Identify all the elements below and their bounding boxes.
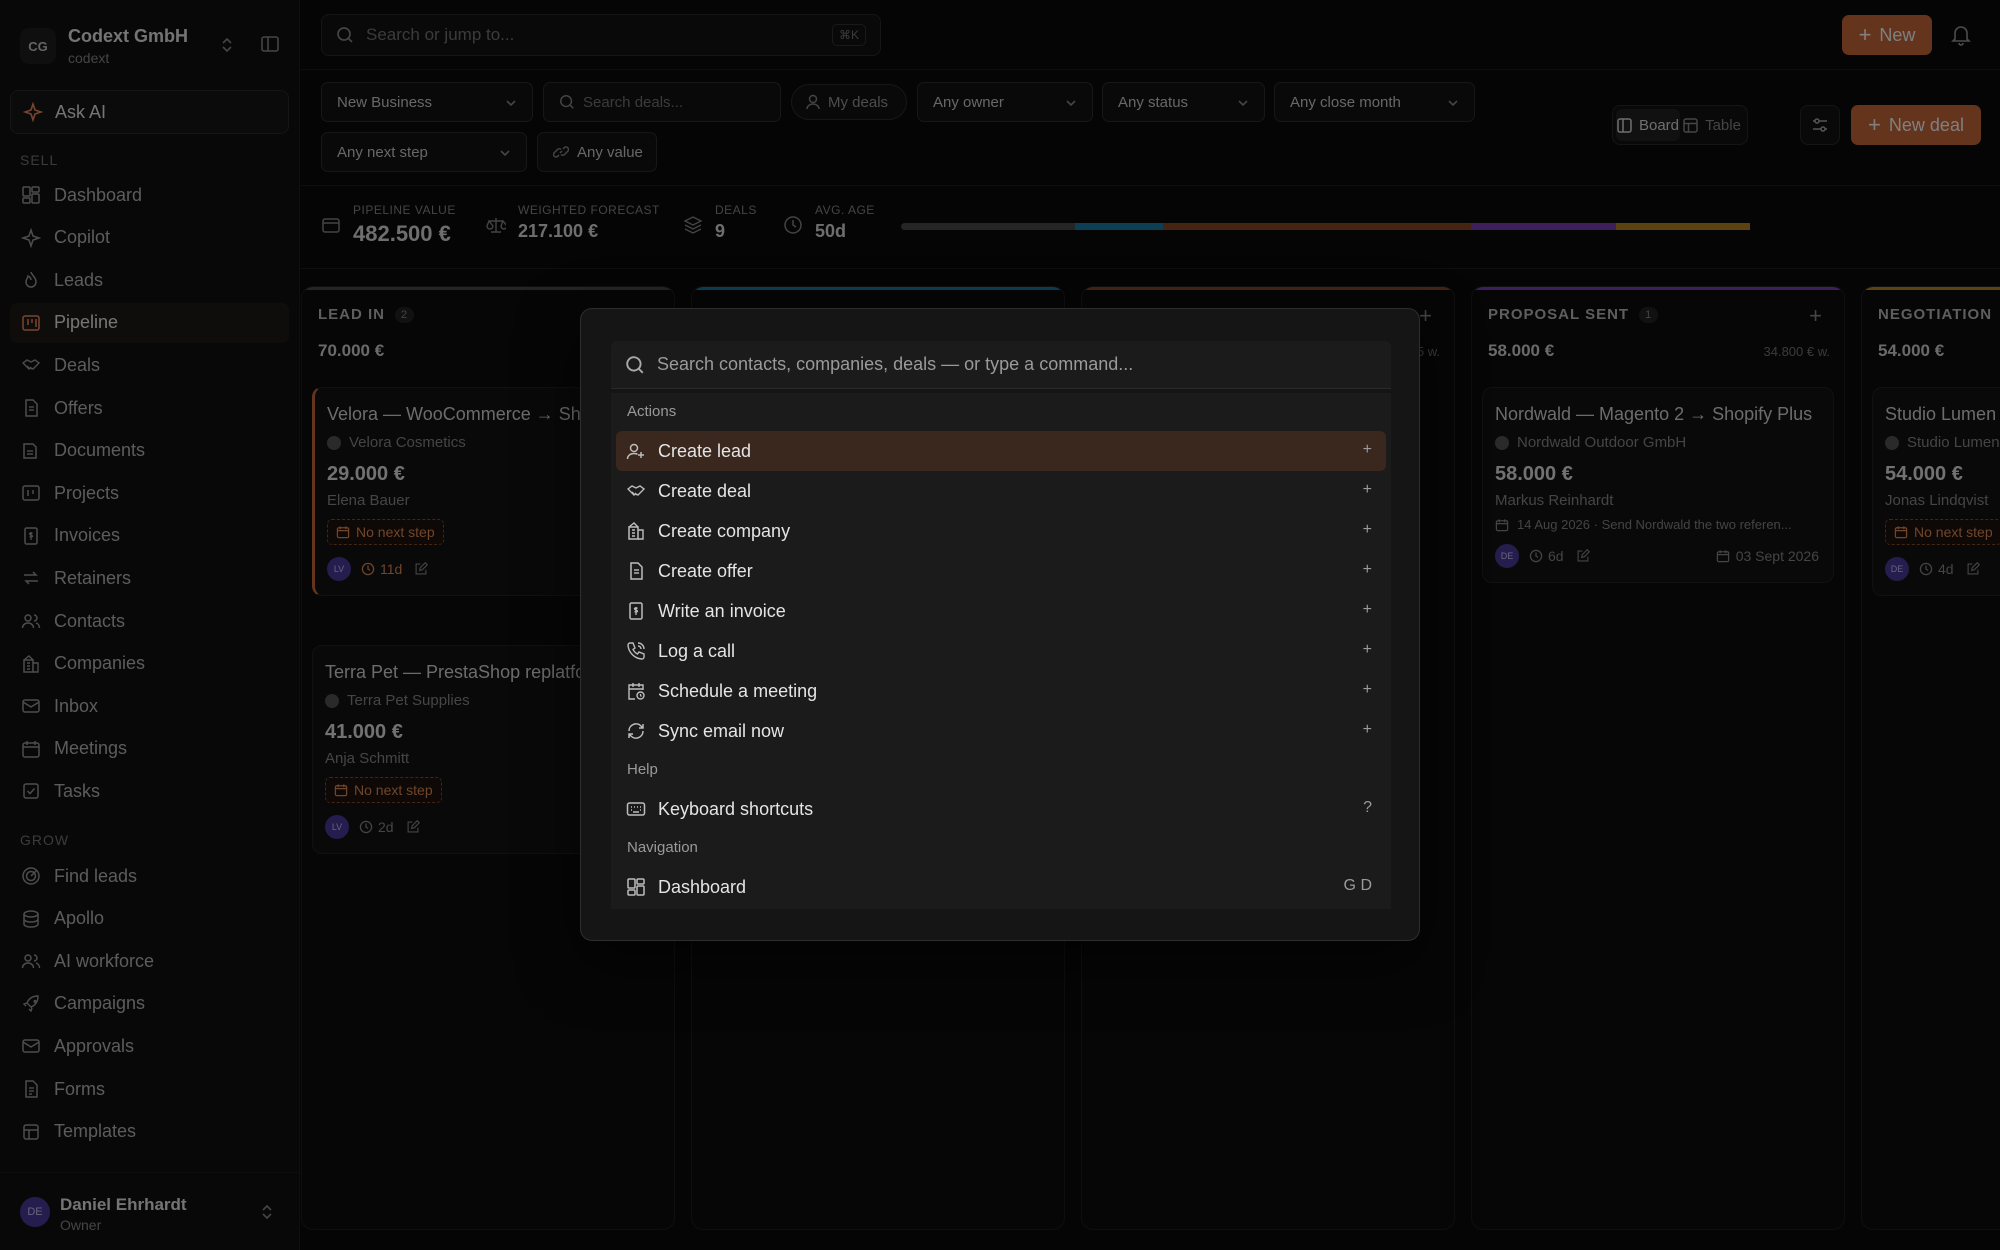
command-group-label: Navigation (627, 839, 698, 856)
command-create-company[interactable]: Create company + (616, 511, 1386, 551)
command-shortcut: + (1362, 601, 1372, 618)
keyboard-icon (626, 799, 648, 819)
command-shortcut: + (1362, 521, 1372, 538)
command-shortcut: G D (1343, 877, 1372, 894)
command-shortcut: + (1362, 721, 1372, 738)
command-label: Create lead (658, 440, 752, 461)
user-plus-icon (626, 441, 648, 461)
command-shortcut: + (1362, 681, 1372, 698)
command-shortcut: + (1362, 481, 1372, 498)
command-label: Create offer (658, 560, 753, 581)
command-label: Write an invoice (658, 600, 786, 621)
command-group-label: Help (627, 761, 658, 778)
command-schedule-a-meeting[interactable]: Schedule a meeting + (616, 671, 1386, 711)
command-dashboard[interactable]: Dashboard G D (616, 867, 1386, 907)
building-icon (626, 521, 648, 541)
refresh-icon (626, 721, 648, 741)
command-palette: Search contacts, companies, deals — or t… (580, 308, 1420, 941)
command-label: Dashboard (658, 876, 747, 897)
command-list: Actions Create lead + Create deal + Create co… (611, 393, 1391, 909)
command-log-a-call[interactable]: Log a call + (616, 631, 1386, 671)
command-create-deal[interactable]: Create deal + (616, 471, 1386, 511)
command-label: Sync email now (658, 720, 785, 741)
command-search-placeholder: Search contacts, companies, deals — or t… (657, 354, 1134, 374)
command-keyboard-shortcuts[interactable]: Keyboard shortcuts? (616, 789, 1386, 829)
handshake-icon (626, 481, 648, 501)
calendar-clock-icon (626, 681, 648, 701)
command-shortcut: + (1362, 441, 1372, 458)
command-search-input[interactable]: Search contacts, companies, deals — or t… (611, 341, 1391, 389)
search-icon (625, 355, 645, 375)
command-label: Log a call (658, 640, 736, 661)
command-create-offer[interactable]: Create offer + (616, 551, 1386, 591)
document-icon (626, 561, 648, 581)
command-label: Schedule a meeting (658, 680, 818, 701)
command-shortcut: + (1362, 561, 1372, 578)
phone-icon (626, 641, 648, 661)
command-group-label: Actions (627, 403, 677, 420)
command-label: Create deal (658, 480, 752, 501)
command-shortcut: ? (1363, 799, 1372, 816)
command-shortcut: + (1362, 641, 1372, 658)
command-label: Keyboard shortcuts (658, 798, 814, 819)
invoice-icon (626, 601, 648, 621)
command-sync-email-now[interactable]: Sync email now + (616, 711, 1386, 751)
command-label: Create company (658, 520, 791, 541)
dashboard-icon (626, 877, 648, 897)
command-create-lead[interactable]: Create lead + (616, 431, 1386, 471)
command-write-an-invoice[interactable]: Write an invoice + (616, 591, 1386, 631)
